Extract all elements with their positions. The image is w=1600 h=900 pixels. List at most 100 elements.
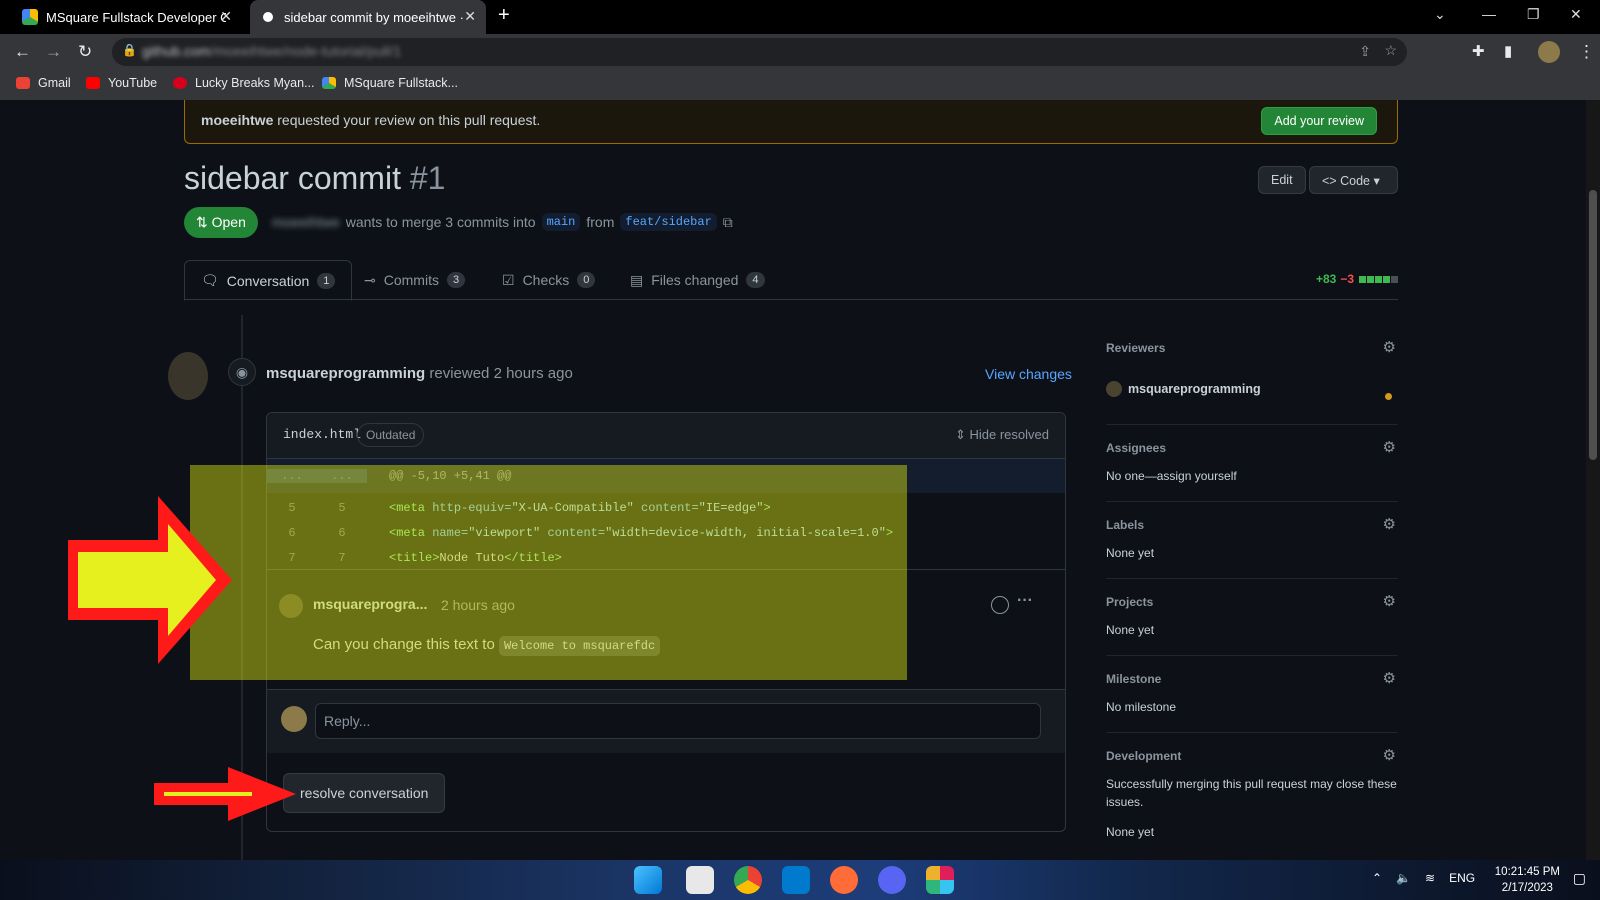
- add-reaction-icon[interactable]: [991, 596, 1009, 614]
- bookmark-gmail[interactable]: Gmail: [16, 76, 71, 90]
- comment-author[interactable]: msquareprogra...: [313, 596, 427, 612]
- comment-time[interactable]: 2 hours ago: [441, 597, 515, 613]
- assign-yourself-link[interactable]: No one—assign yourself: [1106, 467, 1398, 485]
- copy-icon[interactable]: ⧉: [723, 214, 733, 231]
- slack-icon[interactable]: [926, 866, 954, 894]
- view-changes-link[interactable]: View changes: [985, 366, 1072, 382]
- close-tab-icon[interactable]: ✕: [220, 8, 232, 25]
- requester-name[interactable]: moeeihtwe: [201, 112, 273, 128]
- diff-line: 7 7 <title>Node Tuto</title>: [267, 545, 1065, 570]
- restore-icon[interactable]: ❐: [1527, 6, 1540, 23]
- section-title: Development: [1106, 749, 1182, 763]
- code-line: <meta name="viewport" content="width=dev…: [389, 525, 894, 540]
- volume-icon[interactable]: 🔈: [1396, 871, 1411, 885]
- new-tab-button[interactable]: +: [498, 4, 510, 27]
- browser-tab-msquare[interactable]: MSquare Fullstack Developer Co ✕: [12, 0, 242, 34]
- coca-cola-icon: [173, 77, 187, 89]
- windows-taskbar: ⌃ 🔈 ≋ ENG 10:21:45 PM 2/17/2023 ▢: [0, 860, 1600, 900]
- deletions-count: −3: [1340, 272, 1354, 286]
- hide-resolved-label: Hide resolved: [969, 427, 1050, 442]
- line-number-new: 7: [338, 550, 346, 565]
- gear-icon[interactable]: ⚙: [1383, 746, 1396, 764]
- reload-icon[interactable]: ↻: [78, 42, 92, 62]
- reviewer-name[interactable]: msquareprogramming: [266, 365, 425, 382]
- merge-summary: moeeihtwe wants to merge 3 commits into …: [272, 213, 733, 231]
- review-request-banner: moeeihtwe requested your review on this …: [184, 100, 1398, 144]
- author-name[interactable]: moeeihtwe: [272, 214, 340, 230]
- notification-icon[interactable]: ▢: [1573, 870, 1586, 887]
- postman-icon[interactable]: [830, 866, 858, 894]
- vscode-icon[interactable]: [782, 866, 810, 894]
- hide-resolved-button[interactable]: ⇕ Hide resolved: [955, 427, 1049, 443]
- profile-avatar[interactable]: [1538, 41, 1560, 63]
- comment-text: Can you change this text to: [313, 636, 499, 653]
- add-review-button[interactable]: Add your review: [1261, 107, 1377, 135]
- chrome-icon[interactable]: [734, 866, 762, 894]
- line-number-old: 5: [288, 500, 296, 515]
- menu-icon[interactable]: ⋮: [1578, 42, 1595, 62]
- diffstat-bar: [1358, 272, 1398, 286]
- tab-count: 1: [317, 272, 336, 289]
- bookmark-label: Lucky Breaks Myan...: [195, 76, 315, 90]
- labels-value: None yet: [1106, 546, 1155, 560]
- code-button[interactable]: <> Code ▾: [1309, 166, 1398, 194]
- clock[interactable]: 10:21:45 PM 2/17/2023: [1495, 864, 1560, 896]
- reviewer-item[interactable]: msquareprogramming: [1106, 381, 1398, 397]
- discord-icon[interactable]: [878, 866, 906, 894]
- avatar[interactable]: [168, 352, 208, 400]
- language-indicator[interactable]: ENG: [1449, 871, 1475, 885]
- gear-icon[interactable]: ⚙: [1383, 592, 1396, 610]
- extensions-icon[interactable]: ✚: [1472, 42, 1485, 60]
- bookmark-lucky-breaks[interactable]: Lucky Breaks Myan...: [173, 76, 315, 90]
- gear-icon[interactable]: ⚙: [1383, 515, 1396, 533]
- gear-icon[interactable]: ⚙: [1383, 438, 1396, 456]
- tab-commits[interactable]: ⊸ Commits 3: [348, 260, 481, 300]
- side-panel-icon[interactable]: ▮: [1504, 42, 1512, 60]
- review-header: msquareprogramming reviewed 2 hours ago: [266, 365, 573, 382]
- forward-icon[interactable]: →: [45, 42, 62, 62]
- bookmark-star-icon[interactable]: ☆: [1384, 42, 1397, 59]
- bookmark-label: YouTube: [108, 76, 158, 90]
- wifi-icon[interactable]: ≋: [1425, 871, 1435, 885]
- tab-search-icon[interactable]: ⌄: [1434, 6, 1446, 23]
- address-bar[interactable]: 🔒 github.com/moeeihtwe/node-tutorial/pul…: [112, 38, 1407, 66]
- reply-input[interactable]: Reply...: [315, 703, 1041, 739]
- line-number-old[interactable]: ...: [267, 469, 317, 483]
- windows-start-icon[interactable]: [634, 866, 662, 894]
- resolve-conversation-button[interactable]: resolve conversation: [283, 773, 446, 813]
- close-window-icon[interactable]: ✕: [1570, 6, 1582, 23]
- file-name[interactable]: index.html: [283, 427, 361, 442]
- bookmark-msquare[interactable]: MSquare Fullstack...: [322, 76, 458, 90]
- browser-toolbar: ← → ↻ 🔒 github.com/moeeihtwe/node-tutori…: [0, 34, 1600, 70]
- inline-code: Welcome to msquarefdc: [498, 636, 661, 656]
- tab-conversation[interactable]: 🗨 Conversation 1: [184, 260, 353, 301]
- bookmark-label: Gmail: [38, 76, 71, 90]
- scrollbar-thumb[interactable]: [1589, 190, 1597, 460]
- line-number-new: 5: [338, 500, 346, 515]
- scrollbar[interactable]: [1586, 100, 1600, 860]
- comment-body: Can you change this text to Welcome to m…: [313, 636, 661, 656]
- close-tab-icon[interactable]: ✕: [464, 8, 476, 25]
- tab-checks[interactable]: ☑ Checks 0: [486, 260, 611, 300]
- back-icon[interactable]: ←: [14, 42, 31, 62]
- tab-files-changed[interactable]: ▤ Files changed 4: [614, 260, 781, 300]
- chevron-up-icon[interactable]: ⌃: [1372, 871, 1382, 885]
- banner-text: requested your review on this pull reque…: [273, 112, 541, 128]
- avatar[interactable]: [279, 594, 303, 618]
- gear-icon[interactable]: ⚙: [1383, 338, 1396, 356]
- head-branch[interactable]: feat/sidebar: [620, 213, 717, 231]
- tab-label: Commits: [383, 272, 439, 288]
- browser-tab-github[interactable]: sidebar commit by moeeihtwe · F ✕: [250, 0, 486, 34]
- diff-line: 5 5 <meta http-equiv="X-UA-Compatible" c…: [267, 495, 1065, 520]
- bookmark-youtube[interactable]: YouTube: [86, 76, 157, 90]
- share-icon[interactable]: ⇪: [1359, 43, 1371, 60]
- base-branch[interactable]: main: [541, 213, 581, 231]
- file-explorer-icon[interactable]: [686, 866, 714, 894]
- line-number-new[interactable]: ...: [317, 469, 367, 483]
- minimize-icon[interactable]: —: [1482, 6, 1496, 22]
- gear-icon[interactable]: ⚙: [1383, 669, 1396, 687]
- assignees-section: Assignees ⚙ No one—assign yourself: [1106, 425, 1398, 502]
- section-title: Assignees: [1106, 441, 1167, 455]
- edit-button[interactable]: Edit: [1258, 166, 1306, 194]
- more-options-icon[interactable]: ···: [1017, 592, 1033, 610]
